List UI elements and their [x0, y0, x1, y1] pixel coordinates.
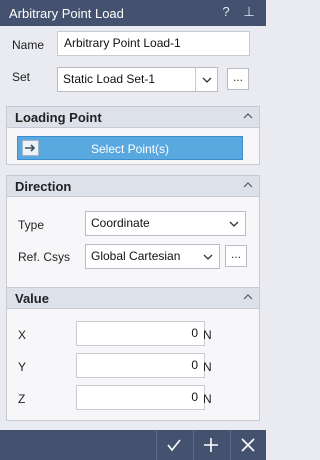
ref-csys-browse-button[interactable]: ...: [225, 245, 247, 267]
set-label: Set: [12, 70, 31, 84]
name-input[interactable]: Arbitrary Point Load-1: [57, 31, 250, 56]
value-z-input[interactable]: 0: [76, 385, 205, 410]
pin-icon[interactable]: ⊥: [241, 3, 257, 21]
collapse-icon[interactable]: [243, 294, 253, 300]
value-y-label: Y: [18, 360, 27, 374]
chevron-down-icon[interactable]: [223, 212, 245, 235]
check-icon[interactable]: [157, 430, 191, 460]
set-select[interactable]: Static Load Set-1: [57, 67, 218, 92]
type-select[interactable]: Coordinate: [85, 211, 246, 236]
ref-csys-value: Global Cartesian: [91, 249, 181, 263]
collapse-icon[interactable]: [243, 182, 253, 188]
value-title: Value: [15, 291, 49, 306]
value-z-label: Z: [18, 392, 26, 406]
close-icon[interactable]: [231, 430, 265, 460]
loading-point-header[interactable]: Loading Point: [7, 107, 259, 128]
value-y-unit: N: [203, 360, 212, 374]
direction-header[interactable]: Direction: [7, 176, 259, 197]
value-y-input[interactable]: 0: [76, 353, 205, 378]
action-bar: [0, 430, 266, 460]
plus-icon[interactable]: [194, 430, 228, 460]
set-browse-button[interactable]: ...: [227, 68, 249, 90]
name-label: Name: [12, 38, 45, 52]
chevron-down-icon[interactable]: [195, 68, 217, 91]
ref-csys-label: Ref. Csys: [18, 250, 71, 264]
value-z-unit: N: [203, 392, 212, 406]
set-select-value: Static Load Set-1: [63, 72, 156, 86]
window-titlebar: Arbitrary Point Load ? ⊥: [0, 0, 266, 26]
window-title: Arbitrary Point Load: [9, 6, 124, 21]
loading-point-title: Loading Point: [15, 110, 102, 125]
loading-point-section: Loading Point Select Point(s): [6, 106, 260, 165]
value-x-unit: N: [203, 328, 212, 342]
help-icon[interactable]: ?: [218, 3, 234, 21]
value-section: Value X 0 N Y 0 N Z 0 N: [6, 287, 260, 421]
dialog-body: Name Arbitrary Point Load-1 Set Static L…: [0, 26, 266, 430]
collapse-icon[interactable]: [243, 113, 253, 119]
value-header[interactable]: Value: [7, 288, 259, 309]
direction-section: Direction Type Coordinate Ref. Csys Glob…: [6, 175, 260, 297]
value-x-label: X: [18, 328, 27, 342]
ref-csys-select[interactable]: Global Cartesian: [85, 244, 220, 269]
direction-title: Direction: [15, 179, 72, 194]
value-x-input[interactable]: 0: [76, 321, 205, 346]
type-label: Type: [18, 218, 45, 232]
type-select-value: Coordinate: [91, 216, 150, 230]
chevron-down-icon[interactable]: [197, 245, 219, 268]
select-points-label: Select Point(s): [90, 142, 170, 156]
select-points-button[interactable]: Select Point(s): [17, 136, 243, 160]
